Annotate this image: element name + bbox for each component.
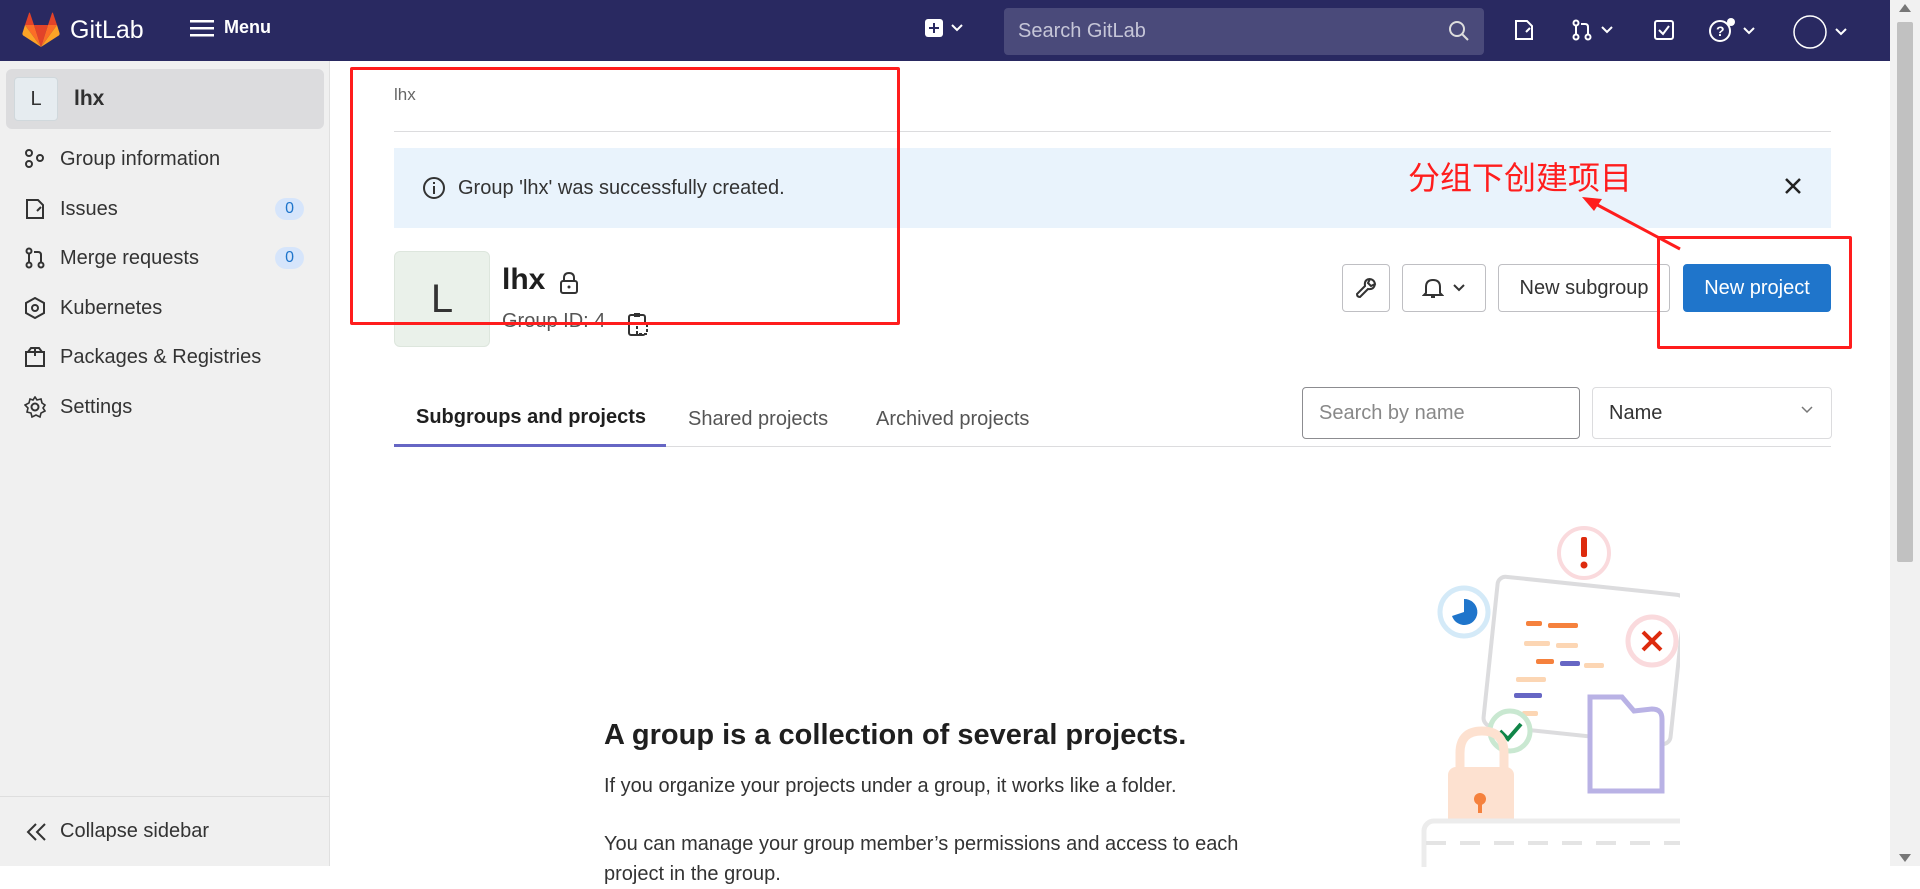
create-new-dropdown[interactable] (924, 18, 964, 38)
sidebar-item-settings[interactable]: Settings (24, 387, 314, 427)
empty-state-description-2: You can manage your group member’s permi… (604, 833, 1239, 885)
sidebar: L lhx Group information Issues 0 Merge r… (0, 61, 330, 866)
gitlab-logo[interactable]: GitLab (22, 12, 144, 48)
sidebar-item-label: Merge requests (60, 246, 199, 269)
sort-value: Name (1609, 401, 1663, 424)
help-icon: ? (1709, 18, 1735, 42)
settings-icon (24, 396, 46, 418)
collapse-sidebar-button[interactable]: Collapse sidebar (0, 796, 330, 866)
group-info-icon (24, 148, 46, 170)
menu-button[interactable]: Menu (190, 17, 271, 38)
issues-icon (24, 198, 46, 220)
bell-icon (1422, 278, 1444, 298)
sidebar-group-header[interactable]: L lhx (6, 69, 324, 129)
sidebar-item-label: Packages & Registries (60, 345, 262, 368)
merge-request-icon (1572, 19, 1592, 41)
top-navbar: GitLab Menu ? (0, 0, 1920, 61)
sidebar-item-kubernetes[interactable]: Kubernetes (24, 288, 314, 328)
todos-nav-button[interactable] (1652, 18, 1676, 42)
user-menu[interactable] (1792, 14, 1848, 50)
tab-shared-projects[interactable]: Shared projects (688, 391, 828, 447)
svg-text:?: ? (1716, 23, 1725, 39)
close-icon[interactable] (1783, 176, 1803, 196)
chevron-down-icon (951, 24, 963, 32)
issues-icon (1515, 20, 1533, 40)
merge-request-icon (24, 247, 46, 269)
scroll-up-arrow[interactable] (1899, 4, 1911, 12)
merge-requests-nav-button[interactable] (1570, 18, 1614, 42)
todo-checkbox-icon (1654, 20, 1674, 40)
search-by-name-input[interactable] (1302, 387, 1580, 439)
sidebar-item-label: Kubernetes (60, 296, 163, 319)
avatar (1793, 15, 1827, 49)
merge-requests-count-badge: 0 (275, 247, 304, 269)
issues-nav-button[interactable] (1512, 18, 1536, 42)
group-avatar: L (14, 77, 58, 121)
settings-wrench-button[interactable] (1342, 264, 1390, 312)
empty-state-description: If you organize your projects under a gr… (604, 775, 1177, 797)
plus-square-icon (925, 19, 943, 37)
sidebar-item-label: Issues (60, 197, 118, 220)
search-icon (1449, 21, 1469, 41)
sidebar-item-group-information[interactable]: Group information (24, 139, 314, 179)
brand-name: GitLab (70, 15, 144, 44)
empty-state-title: A group is a collection of several proje… (604, 719, 1187, 751)
tab-archived-projects[interactable]: Archived projects (876, 391, 1029, 447)
chevron-down-icon (1453, 284, 1465, 292)
package-icon (24, 346, 46, 368)
main-content: lhx Group 'lhx' was successfully created… (330, 61, 1890, 885)
menu-label: Menu (224, 17, 271, 37)
scroll-down-arrow[interactable] (1899, 854, 1911, 862)
search-input[interactable] (1018, 20, 1438, 43)
annotation-box-group-header (350, 67, 900, 325)
chevron-down-icon (1601, 26, 1613, 34)
empty-group-illustration (1421, 526, 1680, 867)
help-dropdown[interactable]: ? (1708, 18, 1756, 44)
sidebar-item-issues[interactable]: Issues 0 (24, 189, 314, 229)
wrench-icon (1355, 278, 1377, 299)
chevron-down-icon (1743, 27, 1755, 35)
annotation-arrow (1582, 197, 1681, 251)
chevron-down-icon (1801, 406, 1813, 414)
sidebar-item-packages-registries[interactable]: Packages & Registries (24, 337, 314, 377)
scroll-thumb[interactable] (1897, 22, 1913, 562)
hamburger-icon (190, 19, 214, 36)
sidebar-item-label: Group information (60, 147, 221, 170)
page-scrollbar[interactable] (1890, 0, 1920, 866)
kubernetes-icon (24, 297, 46, 319)
notifications-dropdown[interactable] (1402, 264, 1486, 312)
issues-count-badge: 0 (275, 198, 304, 220)
collapse-sidebar-label: Collapse sidebar (60, 820, 209, 842)
sidebar-item-label: Settings (60, 395, 133, 418)
chevron-down-icon (1835, 28, 1847, 36)
sort-dropdown[interactable]: Name (1592, 387, 1832, 439)
sidebar-item-merge-requests[interactable]: Merge requests 0 (24, 238, 314, 278)
new-subgroup-button[interactable]: New subgroup (1498, 264, 1670, 312)
sidebar-group-name: lhx (74, 87, 105, 110)
gitlab-fox-icon (22, 12, 60, 47)
global-search[interactable] (1004, 8, 1484, 55)
tab-subgroups-and-projects[interactable]: Subgroups and projects (394, 391, 666, 447)
double-chevron-left-icon (26, 822, 46, 841)
